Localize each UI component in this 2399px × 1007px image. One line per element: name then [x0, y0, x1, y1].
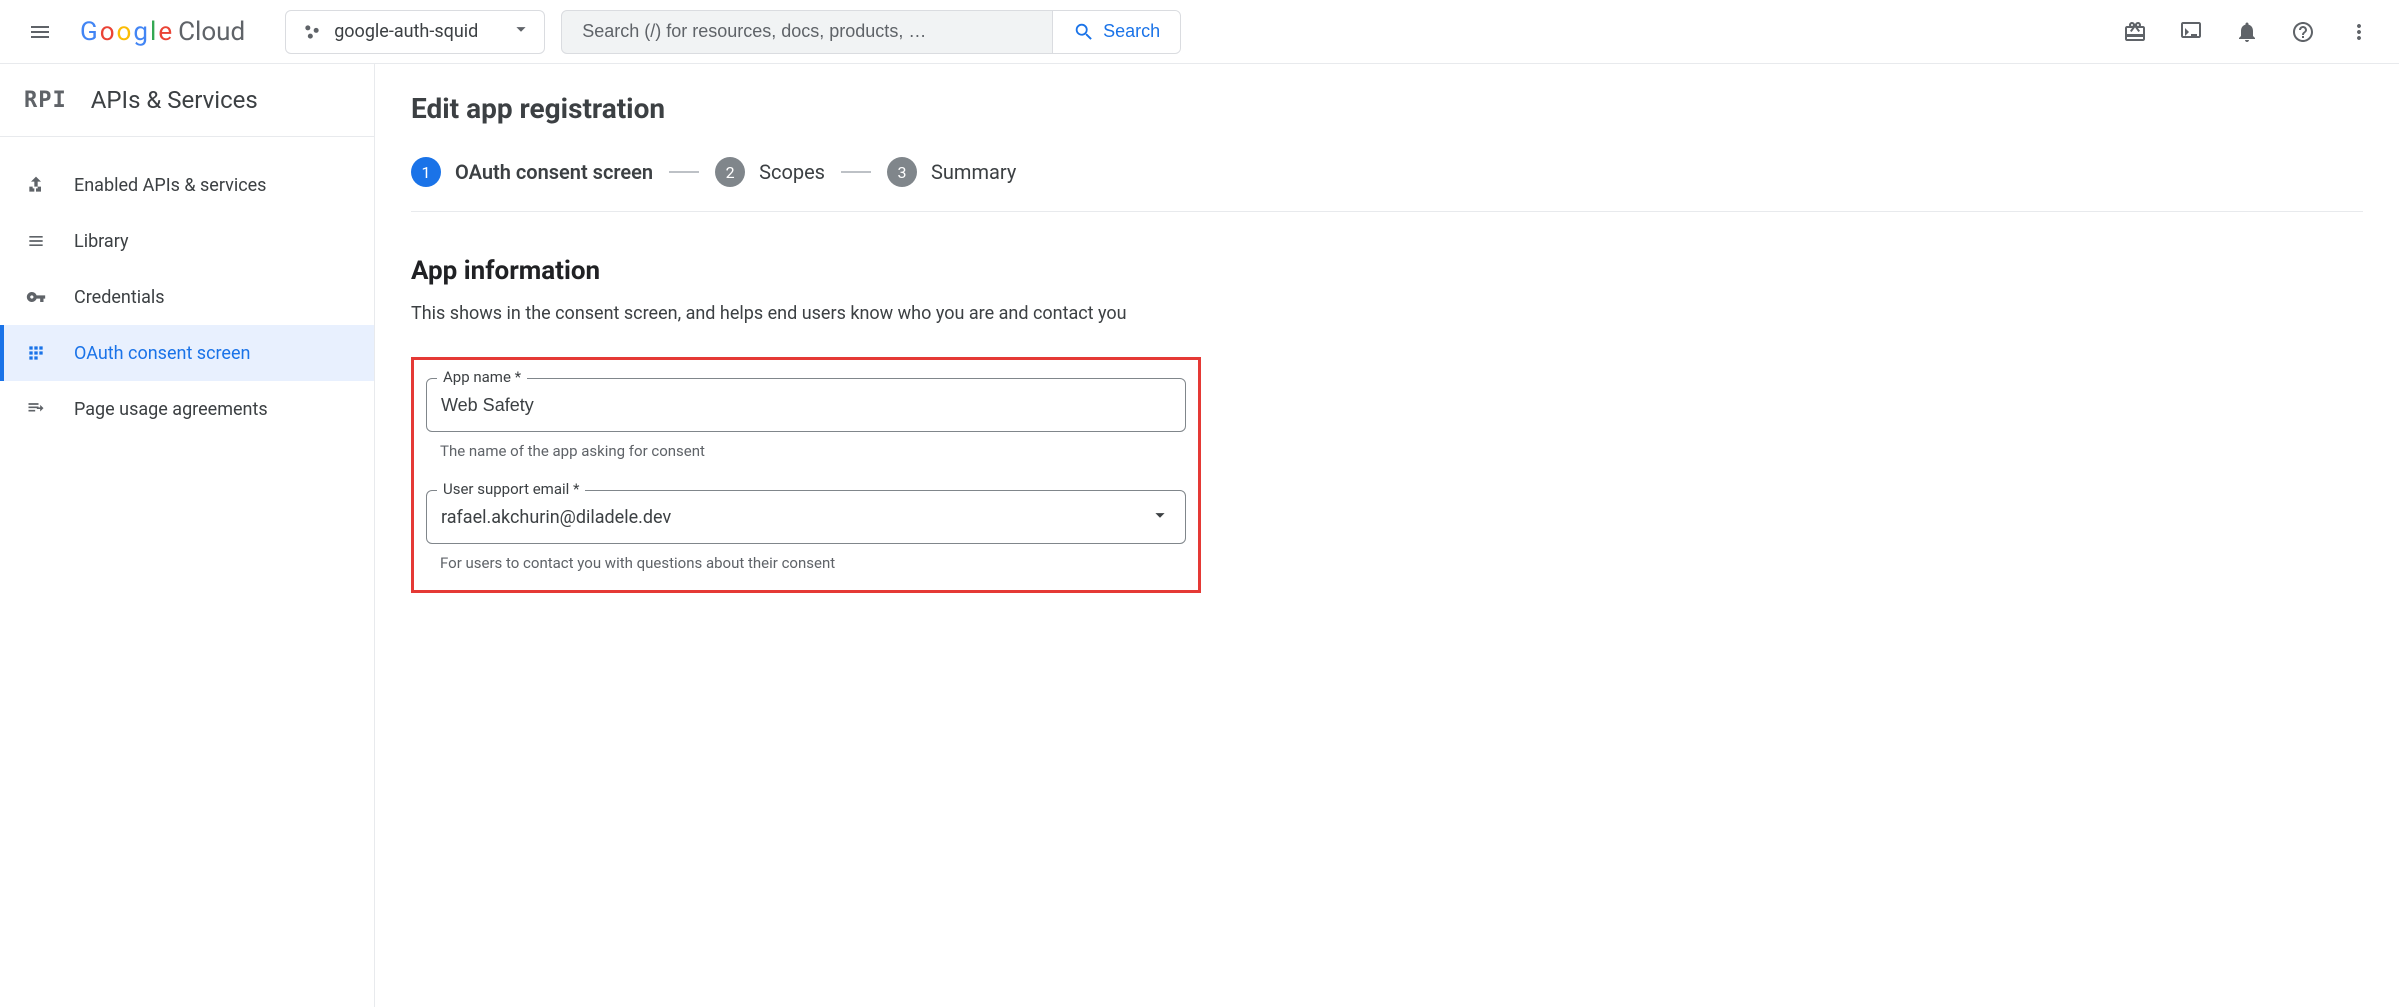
search-button[interactable]: Search: [1052, 11, 1180, 53]
app-name-helper: The name of the app asking for consent: [426, 442, 1186, 460]
search-container: Search: [561, 10, 1181, 54]
api-icon: RPI: [24, 88, 67, 113]
main-content: Edit app registration 1 OAuth consent sc…: [375, 64, 2399, 1007]
cloud-shell-button[interactable]: [2167, 8, 2215, 56]
topbar-actions: [2111, 8, 2383, 56]
nav-library[interactable]: Library: [0, 213, 374, 269]
step-scopes[interactable]: 2 Scopes: [715, 157, 825, 187]
nav-credentials[interactable]: Credentials: [0, 269, 374, 325]
caret-down-icon: [510, 18, 532, 45]
bell-icon: [2235, 20, 2259, 44]
support-email-value: rafael.akchurin@diladele.dev: [441, 507, 1149, 528]
step-badge: 1: [411, 157, 441, 187]
support-email-select[interactable]: User support email * rafael.akchurin@dil…: [426, 490, 1186, 544]
sidebar-header: RPI APIs & Services: [0, 64, 374, 137]
page-layout: RPI APIs & Services Enabled APIs & servi…: [0, 64, 2399, 1007]
support-email-helper: For users to contact you with questions …: [426, 554, 1186, 572]
menu-button[interactable]: [16, 8, 64, 56]
highlighted-fields: App name * The name of the app asking fo…: [411, 357, 1201, 593]
project-icon: [302, 22, 322, 42]
support-email-label: User support email *: [437, 480, 585, 498]
agreement-icon: [26, 399, 46, 419]
google-cloud-logo[interactable]: Google Cloud: [80, 17, 245, 47]
project-name: google-auth-squid: [334, 21, 478, 42]
nav-item-label: OAuth consent screen: [74, 343, 250, 364]
step-badge: 2: [715, 157, 745, 187]
step-label: Scopes: [759, 160, 825, 184]
help-icon: [2291, 20, 2315, 44]
sidebar: RPI APIs & Services Enabled APIs & servi…: [0, 64, 375, 1007]
field-support-email: User support email * rafael.akchurin@dil…: [426, 490, 1186, 572]
nav-page-usage[interactable]: Page usage agreements: [0, 381, 374, 437]
app-name-input[interactable]: [441, 395, 1171, 416]
step-label: Summary: [931, 160, 1016, 184]
section-description: This shows in the consent screen, and he…: [411, 300, 1141, 327]
search-button-label: Search: [1103, 21, 1160, 42]
nav-item-label: Enabled APIs & services: [74, 175, 266, 196]
hamburger-icon: [28, 20, 52, 44]
stepper: 1 OAuth consent screen 2 Scopes 3 Summar…: [411, 157, 2363, 212]
step-summary[interactable]: 3 Summary: [887, 157, 1016, 187]
step-badge: 3: [887, 157, 917, 187]
consent-icon: [26, 343, 46, 363]
caret-down-icon: [1149, 504, 1171, 530]
help-button[interactable]: [2279, 8, 2327, 56]
app-name-label: App name *: [437, 368, 527, 386]
free-trial-button[interactable]: [2111, 8, 2159, 56]
search-input[interactable]: [562, 11, 1052, 53]
step-connector: [841, 171, 871, 173]
nav-oauth-consent[interactable]: OAuth consent screen: [0, 325, 374, 381]
app-name-input-wrap[interactable]: App name *: [426, 378, 1186, 432]
nav-item-label: Credentials: [74, 287, 165, 308]
nav-item-label: Library: [74, 231, 129, 252]
top-bar: Google Cloud google-auth-squid Search: [0, 0, 2399, 64]
key-icon: [26, 287, 46, 307]
project-picker[interactable]: google-auth-squid: [285, 10, 545, 54]
library-icon: [26, 231, 46, 251]
page-title: Edit app registration: [411, 92, 2363, 125]
grid-icon: [26, 175, 46, 195]
terminal-icon: [2179, 20, 2203, 44]
step-connector: [669, 171, 699, 173]
step-oauth-consent[interactable]: 1 OAuth consent screen: [411, 157, 653, 187]
more-button[interactable]: [2335, 8, 2383, 56]
nav-item-label: Page usage agreements: [74, 399, 268, 420]
nav-enabled-apis[interactable]: Enabled APIs & services: [0, 157, 374, 213]
gift-icon: [2123, 20, 2147, 44]
section-title: App information: [411, 256, 2363, 286]
search-icon: [1073, 21, 1095, 43]
sidebar-nav: Enabled APIs & services Library Credenti…: [0, 137, 374, 437]
field-app-name: App name * The name of the app asking fo…: [426, 378, 1186, 460]
more-vert-icon: [2347, 20, 2371, 44]
step-label: OAuth consent screen: [455, 160, 653, 184]
sidebar-title: APIs & Services: [91, 86, 258, 114]
notifications-button[interactable]: [2223, 8, 2271, 56]
